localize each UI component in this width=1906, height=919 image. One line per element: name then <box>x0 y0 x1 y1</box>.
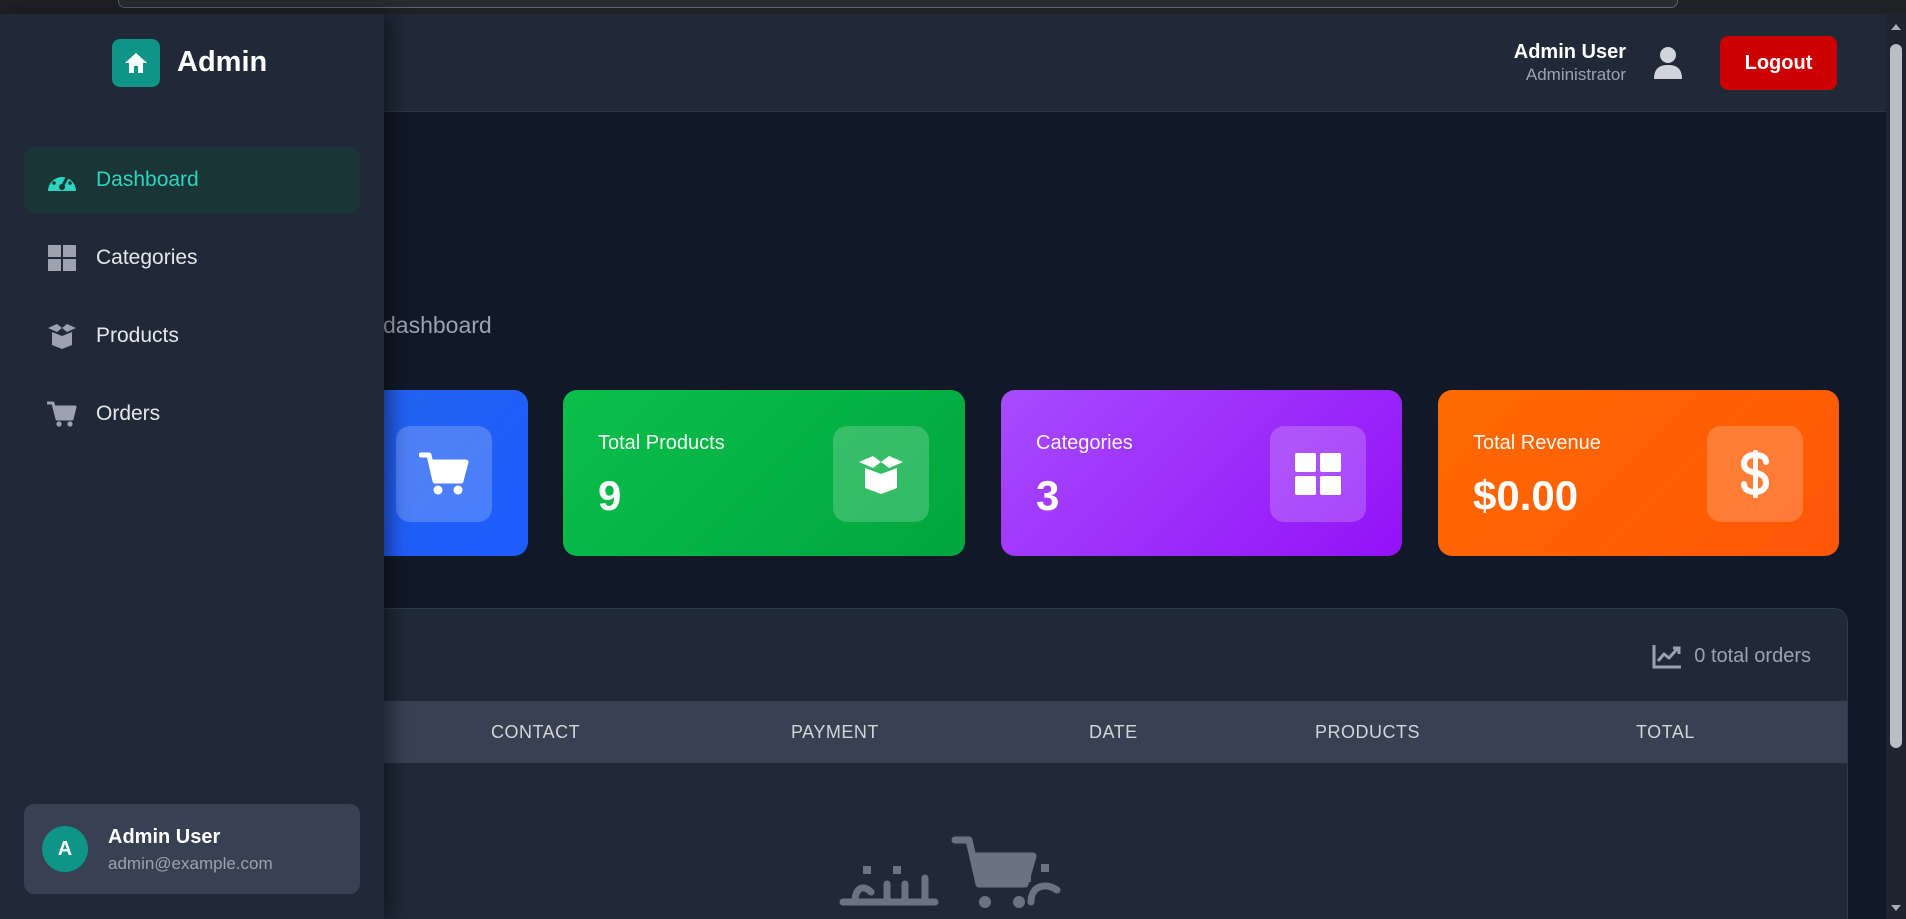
profile-name: Admin User <box>108 826 221 848</box>
stat-label: Total Revenue <box>1473 432 1601 454</box>
box-icon <box>859 456 903 494</box>
header-user-role: Administrator <box>1525 65 1626 84</box>
column-header-products[interactable]: PRODUCTS <box>1315 722 1420 743</box>
profile-email: admin@example.com <box>108 854 273 873</box>
stat-label: Total Products <box>598 432 725 454</box>
stat-badge <box>396 426 492 522</box>
scroll-thumb[interactable] <box>1890 44 1902 748</box>
stat-card-revenue: Total Revenue $0.00 <box>1438 390 1839 556</box>
orders-table-header: CONTACT PAYMENT DATE PRODUCTS TOTAL <box>301 701 1847 763</box>
stat-value: 9 <box>598 472 622 519</box>
sidebar-item-label: Categories <box>96 246 198 269</box>
page-subtitle: dashboard <box>383 312 492 338</box>
sidebar-item-categories[interactable]: Categories <box>24 225 360 291</box>
sidebar-profile-card[interactable]: A Admin User admin@example.com <box>24 804 360 894</box>
watermark-logo <box>839 836 1061 908</box>
column-header-payment[interactable]: PAYMENT <box>791 722 879 743</box>
browser-address-bar[interactable] <box>118 0 1678 8</box>
brand-name[interactable]: Admin <box>177 46 267 79</box>
sidebar-item-orders[interactable]: Orders <box>24 381 360 447</box>
sidebar-item-products[interactable]: Products <box>24 303 360 369</box>
dollar-icon <box>1740 450 1770 498</box>
orders-count-text: 0 total orders <box>1694 644 1811 667</box>
chart-line-icon <box>1652 645 1682 669</box>
stat-badge <box>833 426 929 522</box>
stat-label: Categories <box>1036 432 1133 454</box>
stat-badge <box>1707 426 1803 522</box>
stat-card-products: Total Products 9 <box>563 390 965 556</box>
orders-count: 0 total orders <box>1652 643 1811 669</box>
sidebar-item-label: Dashboard <box>96 168 199 191</box>
scroll-down-arrow-icon[interactable] <box>1891 905 1901 911</box>
sidebar-item-label: Products <box>96 324 179 347</box>
column-header-date[interactable]: DATE <box>1089 722 1138 743</box>
app-root: Admin User Administrator Logout dashboar… <box>0 0 1906 919</box>
sidebar: Admin Dashboard Categories Products Orde… <box>0 14 384 919</box>
stat-value: $0.00 <box>1473 472 1579 519</box>
page-scrollbar[interactable] <box>1886 14 1906 919</box>
brand-logo[interactable] <box>112 39 160 87</box>
column-header-total[interactable]: TOTAL <box>1636 722 1695 743</box>
browser-tab-strip <box>0 0 1906 14</box>
cart-icon <box>419 452 469 495</box>
recent-orders-panel: 0 total orders CONTACT PAYMENT DATE PROD… <box>300 608 1848 919</box>
stat-value: 3 <box>1036 472 1060 519</box>
grid-icon <box>1295 453 1341 495</box>
cart-icon <box>47 401 77 427</box>
column-header-contact[interactable]: CONTACT <box>491 722 580 743</box>
dashboard-gauge-icon <box>48 171 76 191</box>
box-icon <box>48 324 76 349</box>
home-icon <box>125 53 147 73</box>
stat-card-categories: Categories 3 <box>1001 390 1402 556</box>
logout-button[interactable]: Logout <box>1720 36 1837 90</box>
header-user-info: Admin User Administrator <box>1514 40 1626 86</box>
stat-badge <box>1270 426 1366 522</box>
sidebar-item-dashboard[interactable]: Dashboard <box>24 147 360 213</box>
sidebar-item-label: Orders <box>96 402 161 425</box>
avatar: A <box>42 826 88 872</box>
user-icon[interactable] <box>1653 46 1683 80</box>
header-user-name: Admin User <box>1513 41 1626 63</box>
grid-icon <box>48 245 76 271</box>
scroll-up-arrow-icon[interactable] <box>1891 24 1901 30</box>
